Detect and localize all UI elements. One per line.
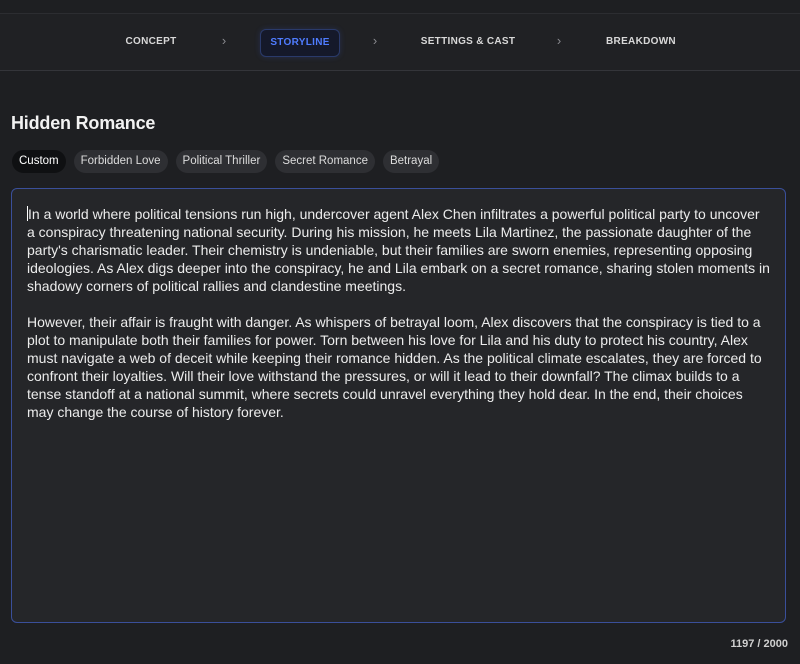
storyline-textarea[interactable]: In a world where political tensions run … bbox=[11, 188, 786, 623]
storyline-paragraph: However, their affair is fraught with da… bbox=[27, 314, 762, 420]
chevron-right-icon: › bbox=[556, 33, 562, 48]
step-concept[interactable]: CONCEPT bbox=[117, 29, 185, 55]
storyline-paragraph: In a world where political tensions run … bbox=[27, 205, 771, 295]
chevron-right-icon: › bbox=[372, 33, 378, 48]
step-breakdown[interactable]: BREAKDOWN bbox=[600, 29, 682, 55]
paragraph-text: In a world where political tensions run … bbox=[27, 206, 770, 294]
step-storyline[interactable]: STORYLINE bbox=[260, 29, 340, 57]
tag-betrayal[interactable]: Betrayal bbox=[382, 150, 440, 173]
character-counter: 1197 / 2000 bbox=[730, 638, 788, 650]
genre-tag-list: Custom Forbidden Love Political Thriller… bbox=[12, 150, 440, 173]
tag-forbidden-love[interactable]: Forbidden Love bbox=[73, 150, 168, 173]
tag-custom[interactable]: Custom bbox=[12, 150, 66, 173]
step-settings-cast[interactable]: SETTINGS & CAST bbox=[416, 29, 520, 55]
story-title: Hidden Romance bbox=[11, 113, 156, 133]
tag-secret-romance[interactable]: Secret Romance bbox=[275, 150, 375, 173]
wizard-stepper: CONCEPT › STORYLINE › SETTINGS & CAST › … bbox=[0, 14, 800, 71]
chevron-right-icon: › bbox=[221, 33, 227, 48]
tag-political-thriller[interactable]: Political Thriller bbox=[175, 150, 268, 173]
